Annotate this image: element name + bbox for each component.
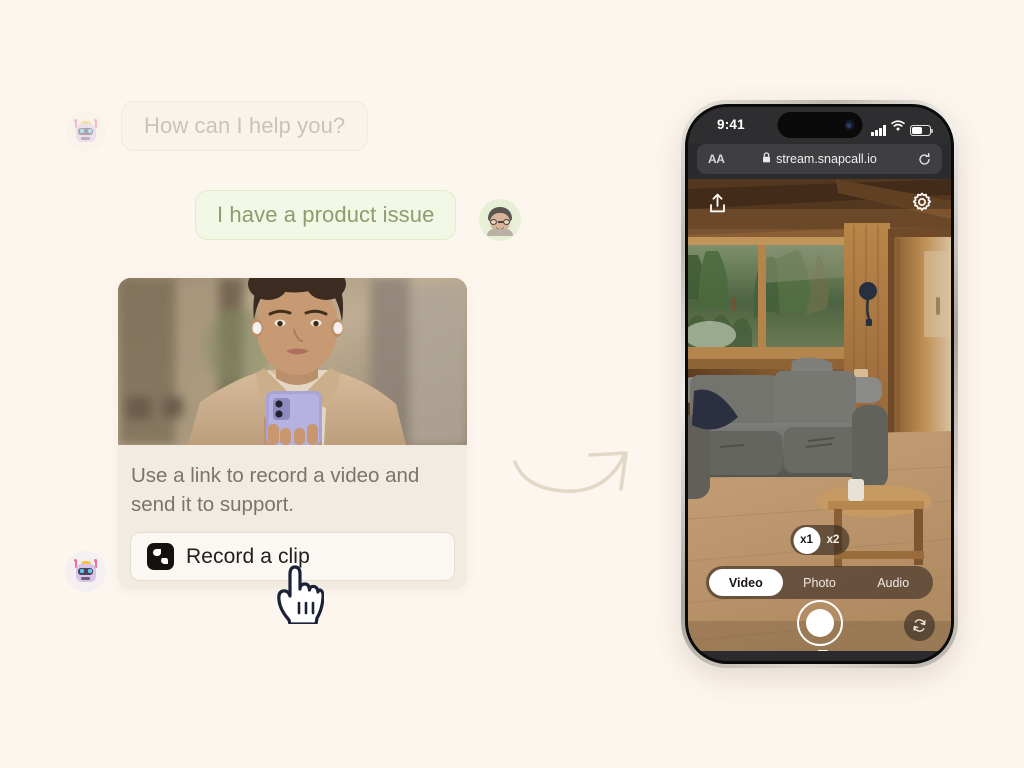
snapcall-logo-icon xyxy=(147,543,174,570)
status-bar-time: 9:41 xyxy=(717,117,745,132)
card-photo xyxy=(118,278,467,445)
cellular-signal-icon xyxy=(871,125,886,136)
zoom-pill-x2[interactable]: x2 xyxy=(820,527,846,553)
chat-panel: How can I help you? I have a product iss… xyxy=(0,0,560,768)
pointing-hand-cursor-icon xyxy=(272,562,325,626)
record-clip-card: Use a link to record a video and send it… xyxy=(118,278,467,589)
chat-bubble-user-text: I have a product issue xyxy=(217,202,435,227)
robot-glyph xyxy=(73,558,99,585)
reload-icon[interactable] xyxy=(918,152,931,166)
robot-glyph xyxy=(73,118,99,145)
battery-icon xyxy=(910,125,934,136)
person-glyph xyxy=(485,205,515,236)
url-text: stream.snapcall.io xyxy=(776,152,877,166)
wifi-icon xyxy=(891,118,905,136)
url-display: stream.snapcall.io xyxy=(697,150,942,168)
chat-bubble-user: I have a product issue xyxy=(195,190,457,240)
lock-icon xyxy=(762,150,771,168)
card-description: Use a link to record a video and send it… xyxy=(131,464,420,516)
powered-by-footer: Powered by SnapCall xyxy=(759,650,880,651)
mode-tab-video[interactable]: Video xyxy=(709,569,783,596)
share-upload-icon[interactable] xyxy=(708,193,727,219)
snapcall-brand-name: SnapCall xyxy=(836,651,880,652)
curved-arrow-icon xyxy=(505,440,645,510)
chat-bubble-bot-text: How can I help you? xyxy=(144,113,346,138)
screenshot-root: How can I help you? I have a product iss… xyxy=(0,0,1024,768)
robot-avatar-icon xyxy=(65,551,106,592)
zoom-pill-x1[interactable]: x1 xyxy=(793,526,820,554)
snapcall-logo-icon xyxy=(816,650,830,651)
iphone-mockup: 9:41 AA stream.snapcall.io x1 x2 Video P… xyxy=(681,100,958,668)
chat-bubble-bot: How can I help you? xyxy=(121,101,369,151)
robot-avatar-icon xyxy=(65,111,106,152)
gear-icon[interactable] xyxy=(912,192,932,217)
record-button-icon[interactable] xyxy=(796,600,843,646)
phone-status-bar: 9:41 xyxy=(688,107,951,143)
phone-bezel: 9:41 AA stream.snapcall.io x1 x2 Video P… xyxy=(685,104,954,664)
record-dot xyxy=(805,609,834,637)
mode-tab-audio[interactable]: Audio xyxy=(856,569,930,596)
camera-viewport: x1 x2 Video Photo Audio xyxy=(688,179,951,651)
text-size-button[interactable]: AA xyxy=(708,152,725,166)
phone-screen: 9:41 AA stream.snapcall.io x1 x2 Video P… xyxy=(688,107,951,661)
browser-url-bar[interactable]: AA stream.snapcall.io xyxy=(697,144,942,174)
dynamic-island xyxy=(777,112,862,138)
person-avatar-icon xyxy=(479,199,521,241)
woman-with-phone-photo xyxy=(118,278,467,445)
zoom-level-control[interactable]: x1 x2 xyxy=(790,525,849,555)
mode-tab-photo[interactable]: Photo xyxy=(783,569,857,596)
status-bar-indicators xyxy=(871,118,934,136)
flip-camera-icon[interactable] xyxy=(904,610,935,641)
capture-mode-tabs[interactable]: Video Photo Audio xyxy=(706,566,933,599)
